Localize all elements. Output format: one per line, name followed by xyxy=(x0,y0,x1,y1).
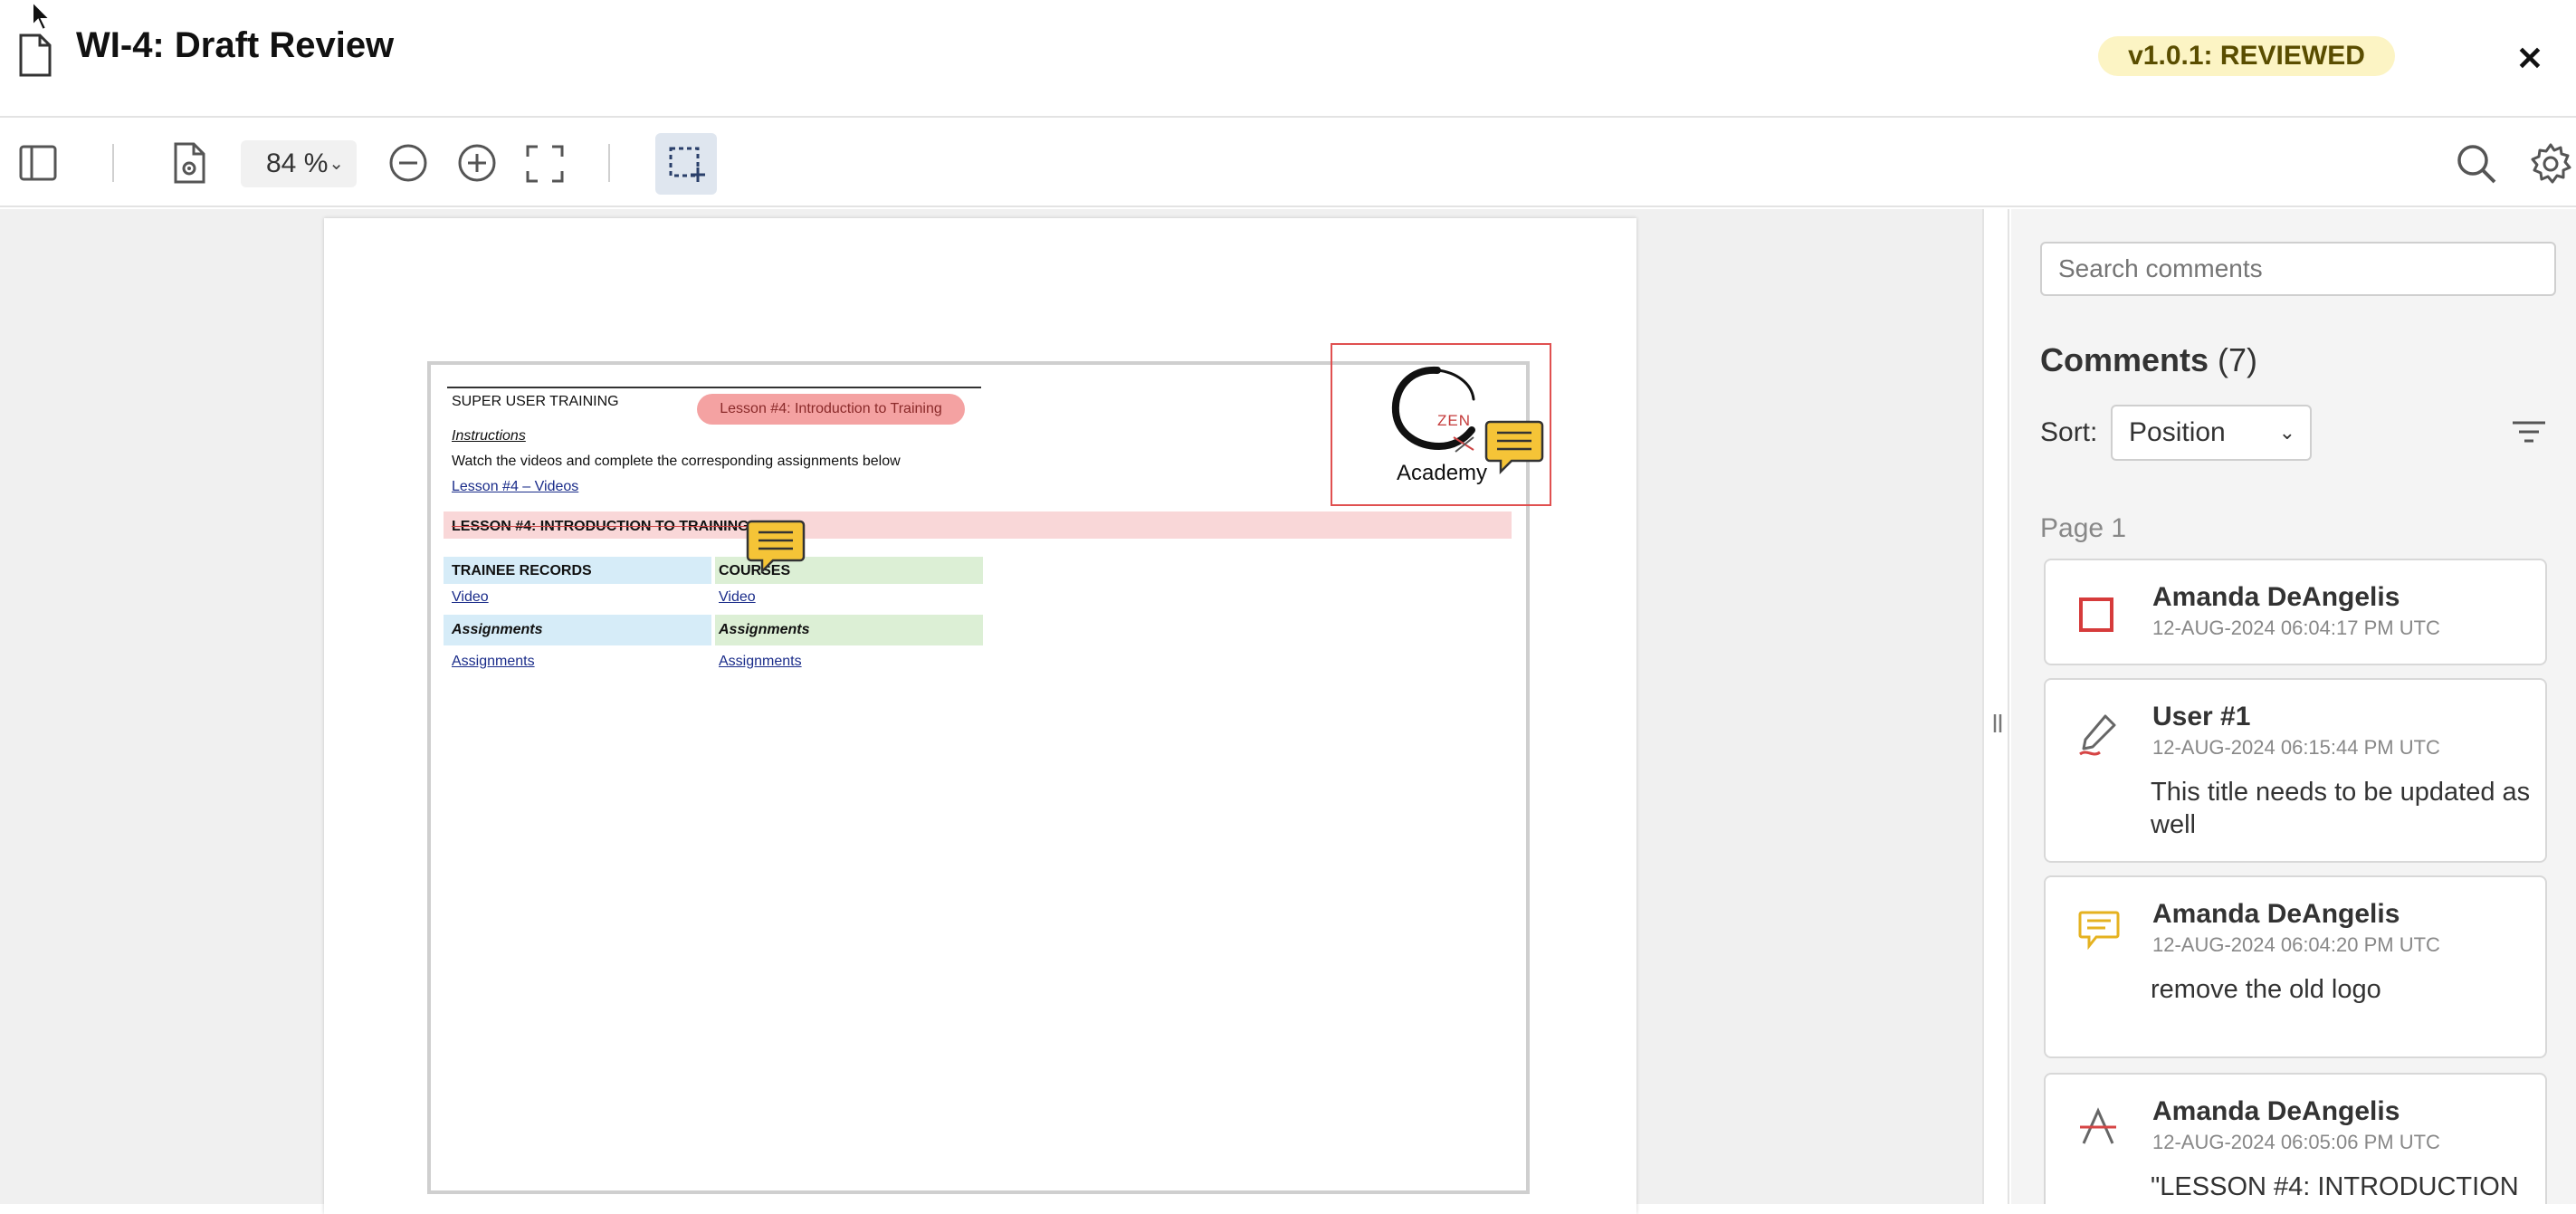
trainee-assignments-header: Assignments xyxy=(452,622,543,637)
header-left-text: SUPER USER TRAINING xyxy=(452,394,619,409)
page-group-label: Page 1 xyxy=(2040,513,2127,543)
pdf-page: SUPER USER TRAINING Lesson #4: Introduct… xyxy=(324,218,1636,1214)
strikeout-icon xyxy=(2080,1107,2116,1144)
zoom-in-icon[interactable] xyxy=(456,142,498,184)
close-button[interactable]: ✕ xyxy=(2507,36,2552,81)
freehand-pen-icon xyxy=(2079,714,2116,756)
comment-author: Amanda DeAngelis xyxy=(2152,899,2400,929)
sort-label: Sort: xyxy=(2040,417,2098,447)
comment-card[interactable]: Amanda DeAngelis 12-AUG-2024 06:04:20 PM… xyxy=(2044,875,2547,1058)
note-comment-icon xyxy=(2078,911,2120,950)
videos-link[interactable]: Lesson #4 – Videos xyxy=(452,479,578,495)
toolbar-divider xyxy=(112,144,114,182)
comments-heading-label: Comments xyxy=(2040,341,2209,378)
comment-timestamp: 12-AUG-2024 06:05:06 PM UTC xyxy=(2152,1131,2440,1153)
comment-body: remove the old logo xyxy=(2151,975,2381,1004)
search-comments-input[interactable] xyxy=(2040,242,2556,296)
comment-card[interactable]: Amanda DeAngelis 12-AUG-2024 06:04:17 PM… xyxy=(2044,559,2547,665)
comment-timestamp: 12-AUG-2024 06:04:20 PM UTC xyxy=(2152,933,2440,956)
comment-author: Amanda DeAngelis xyxy=(2152,1096,2400,1126)
zoom-out-icon[interactable] xyxy=(387,142,429,184)
trainee-records-header: TRAINEE RECORDS xyxy=(452,563,592,578)
sort-value: Position xyxy=(2129,417,2226,447)
courses-assignments-header: Assignments xyxy=(719,622,810,637)
page-title: WI-4: Draft Review xyxy=(76,25,395,65)
comment-card[interactable]: Amanda DeAngelis 12-AUG-2024 06:05:06 PM… xyxy=(2044,1073,2547,1204)
panel-resize-handle[interactable] xyxy=(1982,209,2009,1204)
header-rule xyxy=(447,387,981,388)
comment-card[interactable]: User #1 12-AUG-2024 06:15:44 PM UTC This… xyxy=(2044,678,2547,863)
comment-author: Amanda DeAngelis xyxy=(2152,582,2400,612)
title-bar: WI-4: Draft Review v1.0.1: REVIEWED ✕ xyxy=(0,0,2576,118)
logo-top-text: ZEN xyxy=(1437,412,1471,429)
area-select-icon xyxy=(669,147,705,182)
instructions-label: Instructions xyxy=(452,428,526,444)
document-viewport[interactable]: SUPER USER TRAINING Lesson #4: Introduct… xyxy=(0,209,1982,1214)
comments-heading: Comments (7) xyxy=(2040,341,2257,379)
sort-select[interactable]: Position ⌄ xyxy=(2111,405,2312,461)
toolbar-divider xyxy=(608,144,610,182)
document-icon xyxy=(19,33,52,77)
chevron-down-icon: ⌄ xyxy=(2278,421,2295,444)
note-comment-icon[interactable] xyxy=(1484,419,1544,475)
comments-count: (7) xyxy=(2218,341,2258,378)
version-status-badge: v1.0.1: REVIEWED xyxy=(2098,36,2395,76)
comment-timestamp: 12-AUG-2024 06:04:17 PM UTC xyxy=(2152,617,2440,639)
lesson-heading[interactable]: LESSON #4: INTRODUCTION TO TRAINING xyxy=(452,519,749,535)
viewer-toolbar: 84 % ⌄ xyxy=(0,119,2576,207)
trainee-video-link[interactable]: Video xyxy=(452,589,489,606)
comment-body: "LESSON #4: INTRODUCTION xyxy=(2151,1172,2519,1201)
courses-assignments-link[interactable]: Assignments xyxy=(719,654,802,670)
gear-icon[interactable] xyxy=(2529,142,2572,186)
filter-icon[interactable] xyxy=(2511,419,2547,446)
trainee-assignments-link[interactable]: Assignments xyxy=(452,654,535,670)
highlight-annotation[interactable]: Lesson #4: Introduction to Training xyxy=(697,394,965,425)
search-icon[interactable] xyxy=(2455,142,2498,186)
area-select-tool[interactable] xyxy=(655,133,717,195)
fit-page-icon[interactable] xyxy=(525,144,565,184)
chevron-down-icon: ⌄ xyxy=(329,154,344,174)
comments-panel: Comments (7) Sort: Position ⌄ Page 1 Ama… xyxy=(2011,209,2576,1204)
comment-body: This title needs to be updated as well xyxy=(2151,778,2531,839)
mouse-cursor-icon xyxy=(32,0,52,32)
logo-bottom-text: Academy xyxy=(1397,461,1488,485)
document-settings-icon[interactable] xyxy=(172,140,208,186)
drag-handle-icon xyxy=(1993,714,2002,732)
sidebar-toggle-icon[interactable] xyxy=(18,144,58,182)
comment-author: User #1 xyxy=(2152,702,2251,731)
zoom-level-select[interactable]: 84 % ⌄ xyxy=(241,140,357,187)
instructions-text: Watch the videos and complete the corres… xyxy=(452,454,901,469)
zoom-value: 84 % xyxy=(266,148,329,178)
note-comment-icon[interactable] xyxy=(746,519,806,575)
rectangle-annotation-icon xyxy=(2079,597,2113,632)
comment-timestamp: 12-AUG-2024 06:15:44 PM UTC xyxy=(2152,736,2440,759)
courses-video-link[interactable]: Video xyxy=(719,589,756,606)
